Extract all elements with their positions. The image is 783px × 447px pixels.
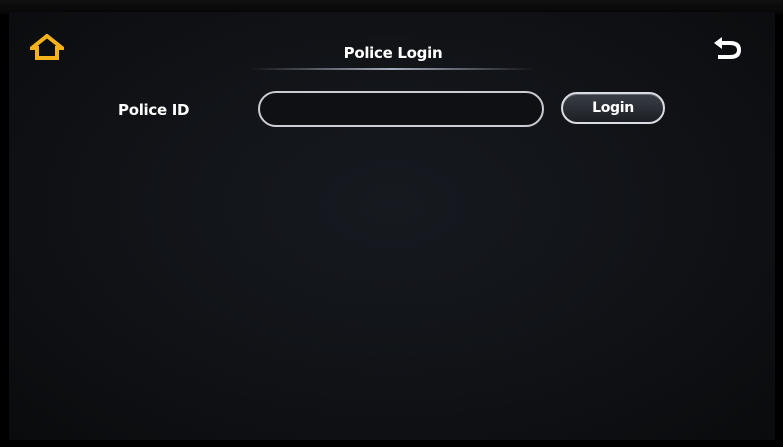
home-icon [26,33,68,64]
title-underline [250,68,535,70]
police-id-label: Police ID [118,101,190,119]
device-frame: Police Login Police ID Login [0,0,783,447]
back-button[interactable] [704,32,750,66]
screen [9,12,775,440]
back-arrow-icon [712,34,742,64]
home-button[interactable] [24,32,70,66]
login-button[interactable]: Login [561,92,665,124]
police-id-input[interactable] [258,91,544,127]
page-title: Police Login [343,44,443,62]
